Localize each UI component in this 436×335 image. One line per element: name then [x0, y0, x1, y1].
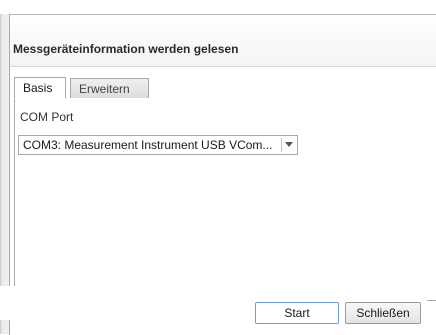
dialog-title-bar: Messgeräteinformation werden gelesen [10, 15, 436, 67]
com-port-selected-value: COM3: Measurement Instrument USB VCom... [23, 138, 273, 152]
close-button[interactable]: Schließen [345, 302, 421, 324]
start-button[interactable]: Start [255, 302, 339, 324]
chevron-down-icon[interactable] [285, 142, 293, 147]
tab-erweitern[interactable]: Erweitern [70, 78, 149, 99]
com-port-label: COM Port [20, 110, 74, 124]
dropdown-separator [281, 138, 282, 152]
com-port-dropdown[interactable]: COM3: Measurement Instrument USB VCom... [18, 135, 298, 155]
tab-panel-basis [14, 98, 436, 301]
tab-strip: Basis Erweitern [14, 77, 436, 99]
tab-basis[interactable]: Basis [14, 77, 66, 99]
dialog-title: Messgeräteinformation werden gelesen [13, 42, 239, 56]
